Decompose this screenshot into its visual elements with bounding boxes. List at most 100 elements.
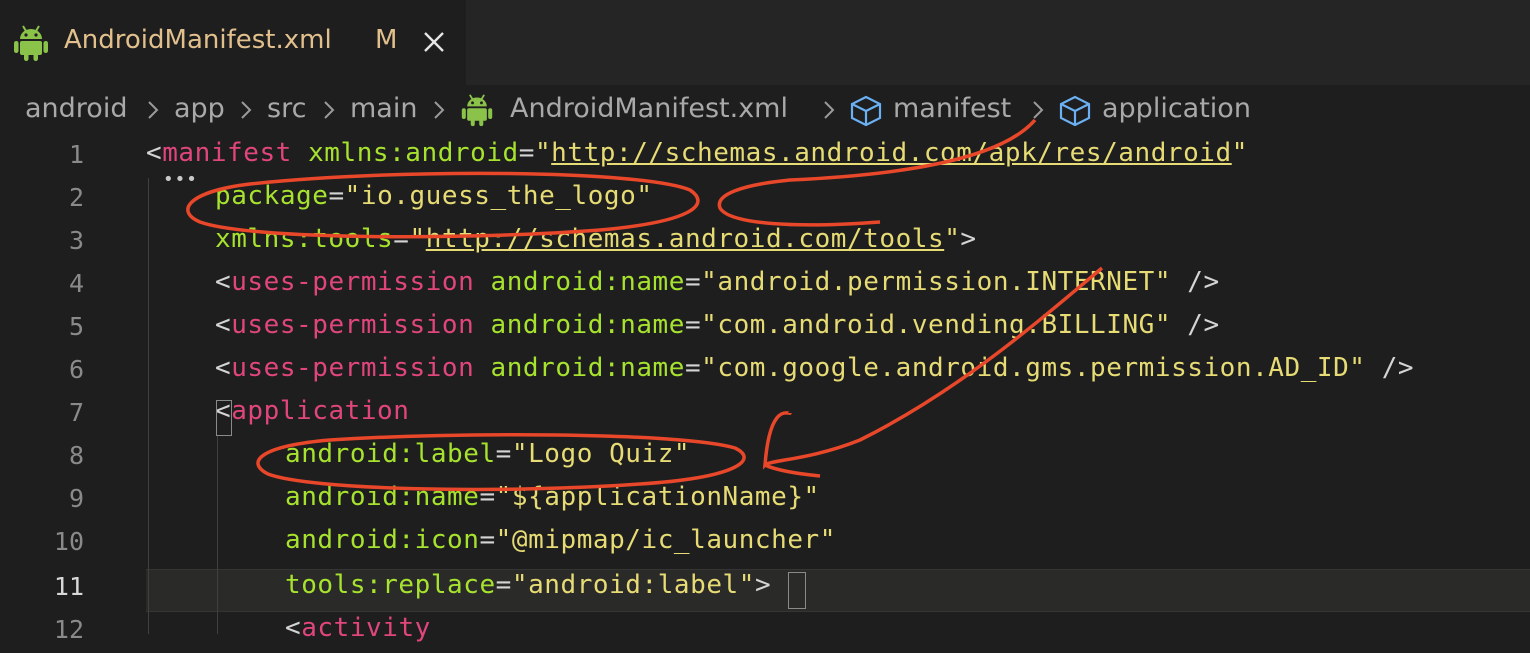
chevron-right-icon — [146, 99, 160, 125]
token-punc: = — [328, 181, 345, 211]
symbol-cube-icon — [1058, 95, 1092, 131]
code-line: 6 <uses-permission android:name="com.goog… — [0, 350, 1530, 393]
code-text: <uses-permission android:name="com.andro… — [215, 310, 1220, 340]
code-text: android:label="Logo Quiz" — [285, 439, 690, 469]
editor-tab-androidmanifest[interactable]: AndroidManifest.xml M — [0, 0, 466, 85]
line-number: 8 — [68, 441, 84, 470]
token-tag: manifest — [162, 138, 292, 168]
breadcrumb-item-file[interactable]: AndroidManifest.xml — [510, 93, 788, 124]
token-str: " — [409, 224, 426, 254]
code-line: 9 android:name="${applicationName}" — [0, 479, 1530, 522]
breadcrumb-item-manifest[interactable]: manifest — [893, 93, 1011, 124]
token-punc: < — [215, 310, 232, 340]
token-punc: < — [285, 613, 302, 643]
token-tag: application — [231, 396, 410, 426]
token-attr: android:name — [490, 267, 685, 297]
breadcrumb-item-android[interactable]: android — [25, 93, 127, 124]
token-tag: activity — [301, 613, 431, 643]
token-punc: = — [684, 310, 702, 340]
line-number: 7 — [68, 398, 84, 427]
code-line: 10 android:icon="@mipmap/ic_launcher" — [0, 522, 1530, 565]
breadcrumb: android app src main AndroidManifest.xml… — [0, 85, 1530, 135]
token-tag: uses-permission — [231, 353, 475, 383]
code-line: 4 <uses-permission android:name="android.… — [0, 264, 1530, 307]
code-line: 3 xmlns:tools="http://schemas.android.com… — [0, 221, 1530, 264]
breadcrumb-item-src[interactable]: src — [267, 93, 306, 124]
breadcrumb-item-application[interactable]: application — [1102, 93, 1251, 124]
token-str: "Logo Quiz" — [511, 439, 691, 469]
token-punc: = — [684, 353, 702, 383]
code-editor[interactable]: 1 <manifest xmlns:android="http://schemas… — [0, 135, 1530, 644]
token-punc: = — [479, 482, 496, 512]
code-text: <uses-permission android:name="android.p… — [215, 267, 1220, 297]
token-punc: = — [393, 224, 410, 254]
symbol-cube-icon — [849, 95, 883, 131]
token-punc: = — [495, 570, 512, 600]
token-punc — [474, 353, 490, 383]
token-str: "${applicationName}" — [495, 482, 820, 512]
code-line: 12 <activity — [0, 610, 1530, 653]
token-str: "@mipmap/ic_launcher" — [495, 525, 836, 555]
token-attr: package — [215, 181, 329, 211]
line-number: 4 — [68, 269, 84, 298]
token-attr: android:icon — [285, 525, 480, 555]
token-str: "android.permission.INTERNET" — [701, 267, 1172, 297]
token-str: "com.google.android.gms.permission.AD_ID… — [701, 353, 1366, 383]
chevron-right-icon — [1031, 99, 1045, 125]
chevron-right-icon — [239, 99, 253, 125]
code-line: 11 tools:replace="android:label"> — [0, 567, 1530, 610]
token-punc: /> — [1365, 353, 1415, 383]
token-punc: < — [215, 267, 232, 297]
token-url: http://schemas.android.com/tools — [425, 224, 945, 254]
token-punc: = — [518, 138, 535, 168]
line-number: 6 — [68, 355, 84, 384]
token-str: " — [1231, 138, 1248, 168]
code-text: <activity — [285, 613, 431, 643]
code-line: 2 package="io.guess_the_logo" — [0, 178, 1530, 221]
token-punc — [292, 138, 308, 168]
code-text: xmlns:tools="http://schemas.android.com/… — [215, 224, 977, 254]
code-text: tools:replace="android:label"> — [285, 570, 771, 600]
code-line: 1 <manifest xmlns:android="http://schemas… — [0, 135, 1530, 178]
bracket-match-highlight — [216, 400, 232, 436]
token-attr: tools:replace — [285, 570, 496, 600]
token-attr: android:name — [285, 482, 480, 512]
close-icon[interactable] — [420, 28, 448, 56]
token-str: "android:label" — [511, 570, 755, 600]
token-str: " — [534, 138, 552, 168]
token-punc: < — [215, 353, 232, 383]
token-punc — [474, 310, 490, 340]
token-punc: /> — [1171, 267, 1220, 297]
line-number: 2 — [68, 183, 84, 212]
chevron-right-icon — [822, 99, 836, 125]
token-punc: = — [479, 525, 496, 555]
line-number: 1 — [68, 140, 84, 169]
token-str: "io.guess_the_logo" — [344, 181, 653, 211]
bracket-match-highlight — [788, 572, 806, 609]
tab-label: AndroidManifest.xml — [64, 25, 332, 55]
folded-ellipsis[interactable]: ••• — [163, 169, 198, 190]
code-text: <application — [215, 396, 409, 426]
line-number: 10 — [53, 527, 84, 556]
token-tag: uses-permission — [231, 267, 475, 297]
breadcrumb-item-main[interactable]: main — [350, 93, 417, 124]
token-url: http://schemas.android.com/apk/res/andro… — [551, 138, 1232, 168]
chevron-right-icon — [432, 99, 446, 125]
token-attr: android:name — [490, 310, 685, 340]
code-line: 8 android:label="Logo Quiz" — [0, 436, 1530, 479]
chevron-right-icon — [322, 99, 336, 125]
breadcrumb-item-app[interactable]: app — [174, 93, 225, 124]
token-punc: = — [495, 439, 512, 469]
token-attr: xmlns:tools — [215, 224, 394, 254]
token-punc: = — [684, 267, 702, 297]
editor-tab-bar: AndroidManifest.xml M — [0, 0, 1530, 85]
code-text: android:icon="@mipmap/ic_launcher" — [285, 525, 836, 555]
token-attr: xmlns:android — [308, 138, 519, 168]
token-attr: android:label — [285, 439, 496, 469]
code-line: 5 <uses-permission android:name="com.andr… — [0, 307, 1530, 350]
token-punc: > — [754, 570, 772, 600]
code-text: package="io.guess_the_logo" — [215, 181, 653, 211]
code-text: <uses-permission android:name="com.googl… — [215, 353, 1414, 383]
code-text: android:name="${applicationName}" — [285, 482, 820, 512]
code-text: <manifest xmlns:android="http://schemas.… — [146, 138, 1248, 168]
